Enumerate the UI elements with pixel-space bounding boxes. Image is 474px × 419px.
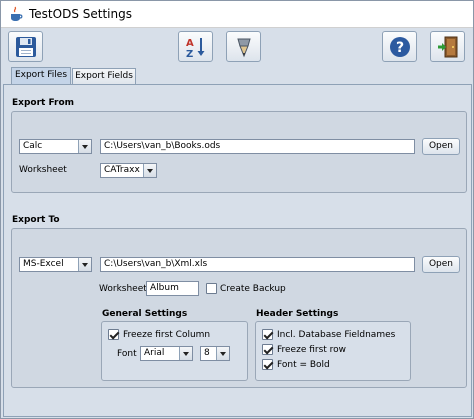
source-open-button[interactable]: Open [422,138,460,155]
header-settings-title: Header Settings [256,309,339,319]
target-worksheet-label: Worksheet [99,284,147,294]
font-select[interactable]: Arial [140,346,193,361]
chevron-down-icon [78,140,91,153]
help-button[interactable]: ? [382,31,417,62]
font-size-value: 8 [204,348,210,358]
freeze-first-column-label: Freeze first Column [123,330,211,340]
svg-text:?: ? [396,40,404,56]
target-worksheet-field[interactable]: Album [146,281,199,296]
font-value: Arial [144,348,165,358]
tab-export-fields[interactable]: Export Fields [72,68,136,84]
general-settings-title: General Settings [102,309,188,319]
incl-database-fieldnames-checkbox[interactable] [262,329,273,340]
source-type-select[interactable]: Calc [19,139,92,154]
font-bold-checkbox[interactable] [262,359,273,370]
general-settings-group: Freeze first Column Font Arial 8 [101,321,248,381]
export-from-title: Export From [12,98,75,108]
chevron-down-icon [78,258,91,271]
export-to-title: Export To [12,215,60,225]
freeze-first-row-label: Freeze first row [277,345,347,355]
source-worksheet-select[interactable]: CATraxx [100,163,157,178]
incl-database-fieldnames-label: Incl. Database Fieldnames [277,330,396,340]
sort-button[interactable]: A Z [178,31,213,62]
chevron-down-icon [216,347,229,360]
create-backup-label: Create Backup [220,284,286,294]
target-type-select[interactable]: MS-Excel [19,257,92,272]
window-title: TestODS Settings [29,7,132,21]
create-backup-checkbox[interactable] [206,283,217,294]
target-open-button[interactable]: Open [422,256,460,273]
export-from-group: Calc C:\Users\van_b\Books.ods Open Works… [11,111,467,193]
exit-button[interactable] [430,31,465,62]
java-coffee-icon [9,6,23,22]
source-worksheet-value: CATraxx [104,165,140,175]
font-size-select[interactable]: 8 [200,346,230,361]
export-to-group: MS-Excel C:\Users\van_b\Xml.xls Open Wor… [11,228,467,388]
sort-letter-z: Z [186,49,193,58]
source-type-value: Calc [23,141,43,151]
font-bold-label: Font = Bold [277,360,330,370]
chevron-down-icon [143,164,156,177]
tab-export-files[interactable]: Export Files [11,67,71,84]
toolbar: A Z ? [1,29,473,67]
title-bar: TestODS Settings [1,1,473,28]
target-path-field[interactable]: C:\Users\van_b\Xml.xls [100,257,415,272]
save-button[interactable] [8,31,43,62]
header-settings-group: Incl. Database Fieldnames Freeze first r… [255,321,411,381]
edit-button[interactable] [226,31,261,62]
freeze-first-row-checkbox[interactable] [262,344,273,355]
chevron-down-icon [179,347,192,360]
source-path-field[interactable]: C:\Users\van_b\Books.ods [100,139,415,154]
font-label: Font [117,349,137,359]
tab-panel-export-files: Export From Calc C:\Users\van_b\Books.od… [3,84,472,417]
source-worksheet-label: Worksheet [19,165,67,175]
sort-letter-a: A [186,38,194,49]
freeze-first-column-checkbox[interactable] [108,329,119,340]
settings-window: TestODS Settings A Z ? Export Files Expo… [0,0,474,419]
target-type-value: MS-Excel [23,259,64,269]
